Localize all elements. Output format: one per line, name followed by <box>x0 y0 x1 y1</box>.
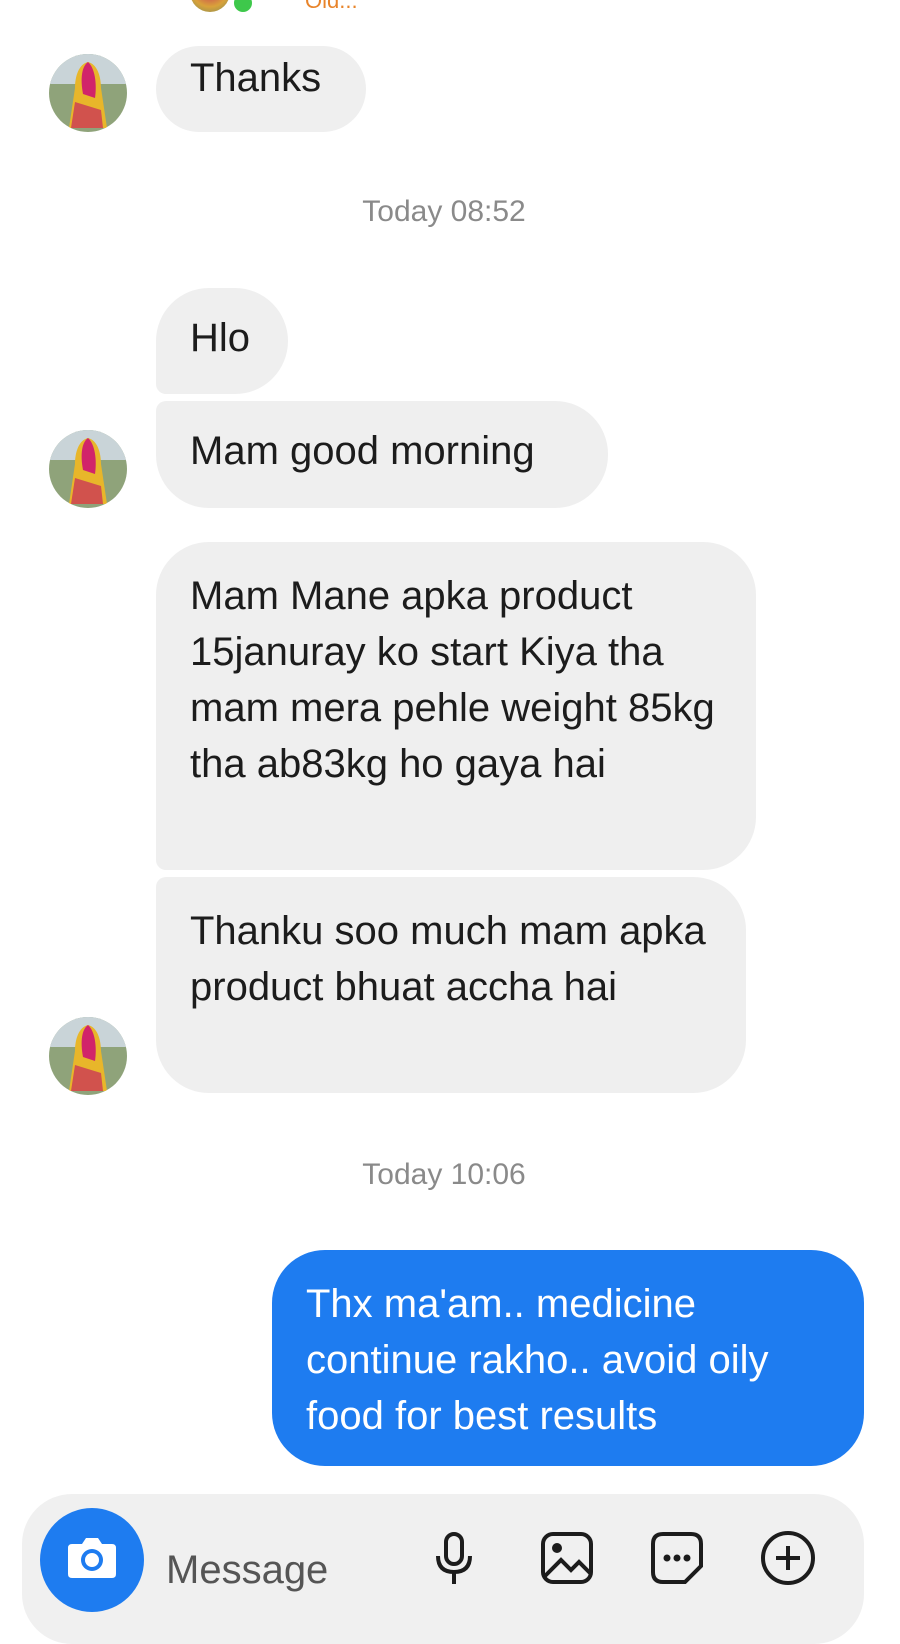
contact-avatar[interactable] <box>49 1017 127 1095</box>
image-icon[interactable] <box>535 1526 599 1590</box>
incoming-message[interactable]: Mam good morning <box>156 401 608 508</box>
microphone-icon[interactable] <box>422 1526 486 1590</box>
sticker-icon[interactable] <box>645 1526 709 1590</box>
conversation-timestamp: Today 08:52 <box>362 195 526 228</box>
add-icon[interactable] <box>756 1526 820 1590</box>
incoming-message[interactable]: Thanku soo much mam apka product bhuat a… <box>156 877 746 1093</box>
contact-avatar[interactable] <box>49 430 127 508</box>
header-avatar[interactable] <box>190 0 230 12</box>
outgoing-message[interactable]: Thx ma'am.. medicine continue rakho.. av… <box>272 1250 864 1466</box>
header-subtitle: Old... <box>305 0 358 13</box>
incoming-message[interactable]: Hlo <box>156 288 288 394</box>
incoming-message[interactable]: Mam Mane apka product 15januray ko start… <box>156 542 756 870</box>
message-input[interactable] <box>166 1540 406 1600</box>
conversation-timestamp: Today 10:06 <box>362 1158 526 1191</box>
contact-avatar[interactable] <box>49 54 127 132</box>
camera-button[interactable] <box>40 1508 144 1612</box>
chat-header: Old... <box>0 0 900 14</box>
incoming-message[interactable]: Thanks <box>156 46 366 132</box>
camera-icon <box>68 1538 116 1578</box>
online-status-dot <box>232 0 254 14</box>
